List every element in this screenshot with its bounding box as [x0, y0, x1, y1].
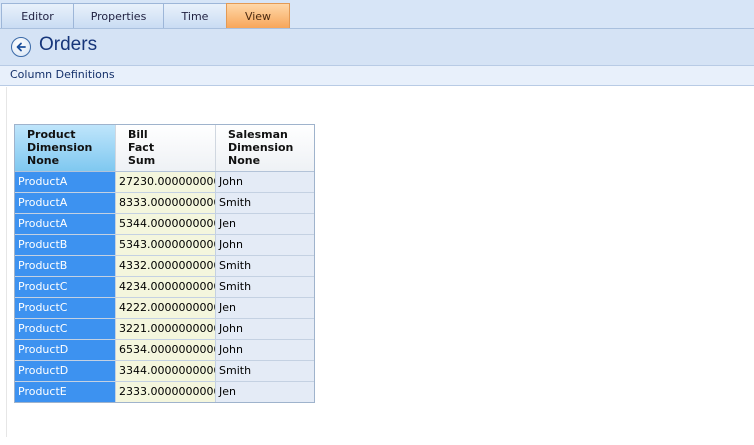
- salesman-cell[interactable]: Smith: [216, 193, 314, 213]
- bill-cell[interactable]: 5343.00000000000: [116, 235, 216, 255]
- column-header-salesman[interactable]: Salesman Dimension None: [216, 125, 314, 171]
- tab-properties[interactable]: Properties: [73, 3, 164, 28]
- product-cell[interactable]: ProductA: [15, 172, 116, 192]
- grid-header: Product Dimension None Bill Fact Sum Sal…: [15, 125, 314, 172]
- product-cell[interactable]: ProductC: [15, 298, 116, 318]
- bill-cell[interactable]: 4332.00000000000: [116, 256, 216, 276]
- bill-cell[interactable]: 6534.00000000000: [116, 340, 216, 360]
- column-header-line: None: [228, 154, 261, 167]
- salesman-cell[interactable]: Jen: [216, 298, 314, 318]
- column-header-line: Dimension: [228, 141, 294, 154]
- bill-cell[interactable]: 2333.00000000000: [116, 382, 216, 402]
- table-row[interactable]: ProductC 3221.00000000000 John: [15, 319, 314, 340]
- tab-bar: Editor Properties Time View: [0, 0, 754, 29]
- bill-cell[interactable]: 3221.00000000000: [116, 319, 216, 339]
- table-row[interactable]: ProductC 4222.00000000000 Jen: [15, 298, 314, 319]
- tab-editor[interactable]: Editor: [1, 3, 74, 28]
- tab-view[interactable]: View: [226, 3, 290, 28]
- salesman-cell[interactable]: John: [216, 172, 314, 192]
- salesman-cell[interactable]: John: [216, 319, 314, 339]
- table-row[interactable]: ProductB 4332.00000000000 Smith: [15, 256, 314, 277]
- product-cell[interactable]: ProductA: [15, 214, 116, 234]
- bill-cell[interactable]: 4222.00000000000: [116, 298, 216, 318]
- column-header-line: Product: [27, 128, 76, 141]
- divider: [6, 87, 7, 437]
- bill-cell[interactable]: 3344.00000000000: [116, 361, 216, 381]
- column-header-line: Sum: [128, 154, 156, 167]
- product-cell[interactable]: ProductB: [15, 256, 116, 276]
- salesman-cell[interactable]: John: [216, 235, 314, 255]
- salesman-cell[interactable]: Smith: [216, 256, 314, 276]
- table-row[interactable]: ProductB 5343.00000000000 John: [15, 235, 314, 256]
- column-header-product[interactable]: Product Dimension None: [15, 125, 116, 171]
- column-definitions-label[interactable]: Column Definitions: [10, 68, 115, 81]
- column-header-bill[interactable]: Bill Fact Sum: [116, 125, 216, 171]
- column-header-line: Salesman: [228, 128, 288, 141]
- table-row[interactable]: ProductE 2333.00000000000 Jen: [15, 382, 314, 402]
- page-title: Orders: [39, 34, 98, 55]
- salesman-cell[interactable]: Jen: [216, 382, 314, 402]
- table-row[interactable]: ProductD 6534.00000000000 John: [15, 340, 314, 361]
- back-arrow-icon: [16, 42, 26, 52]
- section-header: Column Definitions: [0, 66, 754, 86]
- data-grid: Product Dimension None Bill Fact Sum Sal…: [14, 124, 315, 403]
- table-row[interactable]: ProductA 27230.0000000000 John: [15, 172, 314, 193]
- column-header-line: Dimension: [27, 141, 93, 154]
- column-header-line: None: [27, 154, 60, 167]
- product-cell[interactable]: ProductC: [15, 277, 116, 297]
- table-row[interactable]: ProductC 4234.00000000000 Smith: [15, 277, 314, 298]
- column-header-line: Bill: [128, 128, 148, 141]
- product-cell[interactable]: ProductA: [15, 193, 116, 213]
- bill-cell[interactable]: 27230.0000000000: [116, 172, 216, 192]
- product-cell[interactable]: ProductD: [15, 361, 116, 381]
- bill-cell[interactable]: 8333.00000000000: [116, 193, 216, 213]
- column-header-line: Fact: [128, 141, 155, 154]
- bill-cell[interactable]: 4234.00000000000: [116, 277, 216, 297]
- tab-time[interactable]: Time: [163, 3, 227, 28]
- salesman-cell[interactable]: John: [216, 340, 314, 360]
- product-cell[interactable]: ProductB: [15, 235, 116, 255]
- bill-cell[interactable]: 5344.00000000000: [116, 214, 216, 234]
- salesman-cell[interactable]: Jen: [216, 214, 314, 234]
- product-cell[interactable]: ProductE: [15, 382, 116, 402]
- page-header: Orders: [0, 29, 754, 66]
- table-row[interactable]: ProductA 5344.00000000000 Jen: [15, 214, 314, 235]
- product-cell[interactable]: ProductD: [15, 340, 116, 360]
- salesman-cell[interactable]: Smith: [216, 277, 314, 297]
- product-cell[interactable]: ProductC: [15, 319, 116, 339]
- back-button[interactable]: [11, 37, 31, 57]
- table-row[interactable]: ProductD 3344.00000000000 Smith: [15, 361, 314, 382]
- table-row[interactable]: ProductA 8333.00000000000 Smith: [15, 193, 314, 214]
- salesman-cell[interactable]: Smith: [216, 361, 314, 381]
